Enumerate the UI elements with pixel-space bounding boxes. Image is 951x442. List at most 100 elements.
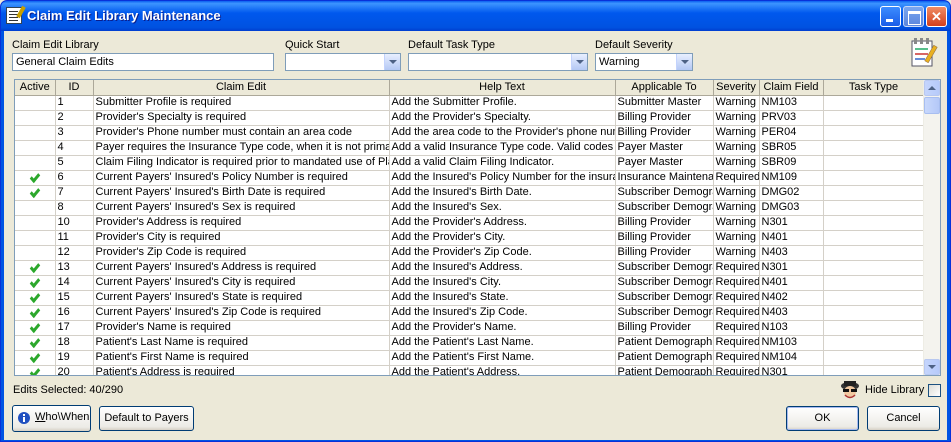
cell-severity[interactable]: Required	[713, 290, 760, 306]
cell-applicable-to[interactable]: Billing Provider	[615, 215, 714, 231]
cell-id[interactable]: 19	[55, 350, 94, 366]
cell-help-text[interactable]: Add the Insured's Sex.	[389, 200, 616, 216]
cell-help-text[interactable]: Add the Insured's Policy Number for the …	[389, 170, 616, 186]
cell-claim-field[interactable]: NM103	[759, 95, 824, 111]
cell-severity[interactable]: Warning	[713, 185, 760, 201]
cell-severity[interactable]: Warning	[713, 125, 760, 141]
library-field[interactable]: General Claim Edits	[12, 53, 274, 71]
cell-claim-edit[interactable]: Submitter Profile is required	[93, 95, 390, 111]
cell-id[interactable]: 13	[55, 260, 94, 276]
cell-active[interactable]	[15, 110, 56, 126]
cell-claim-field[interactable]: N401	[759, 230, 824, 246]
minimize-button[interactable]	[880, 6, 901, 27]
column-header-applicable-to[interactable]: Applicable To	[615, 80, 714, 96]
table-row[interactable]: 18 Patient's Last Name is required Add the…	[15, 335, 925, 351]
cell-active[interactable]	[15, 245, 56, 261]
table-row[interactable]: 10 Provider's Address is required Add the …	[15, 215, 925, 231]
cell-id[interactable]: 20	[55, 365, 94, 375]
chevron-down-icon[interactable]	[571, 54, 587, 70]
cell-claim-field[interactable]: N401	[759, 275, 824, 291]
table-row[interactable]: 1 Submitter Profile is required Add the Su…	[15, 95, 925, 111]
cell-task-type[interactable]	[823, 230, 925, 246]
cell-task-type[interactable]	[823, 335, 925, 351]
cell-claim-edit[interactable]: Patient's First Name is required	[93, 350, 390, 366]
cell-applicable-to[interactable]: Subscriber Demographics	[615, 185, 714, 201]
cell-id[interactable]: 16	[55, 305, 94, 321]
cell-claim-edit[interactable]: Current Payers' Insured's State is requi…	[93, 290, 390, 306]
cell-help-text[interactable]: Add the Insured's Address.	[389, 260, 616, 276]
cell-help-text[interactable]: Add the Patient's Address.	[389, 365, 616, 375]
notes-icon[interactable]	[909, 37, 939, 69]
cell-id[interactable]: 12	[55, 245, 94, 261]
cell-applicable-to[interactable]: Billing Provider	[615, 110, 714, 126]
cell-id[interactable]: 8	[55, 200, 94, 216]
cell-applicable-to[interactable]: Submitter Master	[615, 95, 714, 111]
cell-severity[interactable]: Warning	[713, 215, 760, 231]
cell-active[interactable]	[15, 275, 56, 291]
cell-severity[interactable]: Required	[713, 350, 760, 366]
cell-help-text[interactable]: Add the Insured's Zip Code.	[389, 305, 616, 321]
cell-severity[interactable]: Required	[713, 320, 760, 336]
cell-severity[interactable]: Required	[713, 170, 760, 186]
cell-help-text[interactable]: Add the Insured's Birth Date.	[389, 185, 616, 201]
cell-active[interactable]	[15, 125, 56, 141]
cell-help-text[interactable]: Add the Provider's Name.	[389, 320, 616, 336]
cell-active[interactable]	[15, 365, 56, 375]
table-row[interactable]: 6 Current Payers' Insured's Policy Number…	[15, 170, 925, 186]
table-row[interactable]: 15 Current Payers' Insured's State is req…	[15, 290, 925, 306]
title-bar[interactable]: Claim Edit Library Maintenance ✕	[1, 1, 950, 31]
cell-id[interactable]: 14	[55, 275, 94, 291]
vertical-scrollbar[interactable]	[923, 80, 940, 375]
column-header-task-type[interactable]: Task Type	[823, 80, 925, 96]
cell-severity[interactable]: Required	[713, 365, 760, 375]
cell-claim-field[interactable]: NM103	[759, 335, 824, 351]
cell-claim-edit[interactable]: Patient's Address is required	[93, 365, 390, 375]
cell-task-type[interactable]	[823, 260, 925, 276]
cell-severity[interactable]: Required	[713, 275, 760, 291]
table-row[interactable]: 8 Current Payers' Insured's Sex is requir…	[15, 200, 925, 216]
table-row[interactable]: 7 Current Payers' Insured's Birth Date is…	[15, 185, 925, 201]
cell-task-type[interactable]	[823, 170, 925, 186]
cell-claim-field[interactable]: N403	[759, 245, 824, 261]
cell-claim-field[interactable]: DMG03	[759, 200, 824, 216]
cell-active[interactable]	[15, 140, 56, 156]
scroll-down-icon[interactable]	[924, 359, 940, 375]
chevron-down-icon[interactable]	[676, 54, 692, 70]
cell-applicable-to[interactable]: Billing Provider	[615, 230, 714, 246]
cell-applicable-to[interactable]: Subscriber Demographics	[615, 260, 714, 276]
table-row[interactable]: 17 Provider's Name is required Add the Pro…	[15, 320, 925, 336]
cell-severity[interactable]: Warning	[713, 110, 760, 126]
cell-claim-edit[interactable]: Current Payers' Insured's Zip Code is re…	[93, 305, 390, 321]
cell-applicable-to[interactable]: Patient Demographics	[615, 335, 714, 351]
table-row[interactable]: 4 Payer requires the Insurance Type code,…	[15, 140, 925, 156]
cell-active[interactable]	[15, 230, 56, 246]
cell-active[interactable]	[15, 95, 56, 111]
column-header-severity[interactable]: Severity	[713, 80, 760, 96]
cell-id[interactable]: 11	[55, 230, 94, 246]
cell-active[interactable]	[15, 320, 56, 336]
chevron-down-icon[interactable]	[384, 54, 400, 70]
cell-claim-field[interactable]: NM104	[759, 350, 824, 366]
cell-claim-edit[interactable]: Current Payers' Insured's City is requir…	[93, 275, 390, 291]
maximize-button[interactable]	[903, 6, 924, 27]
cell-claim-field[interactable]: N103	[759, 320, 824, 336]
cell-id[interactable]: 3	[55, 125, 94, 141]
cell-applicable-to[interactable]: Payer Master	[615, 140, 714, 156]
cell-id[interactable]: 10	[55, 215, 94, 231]
cell-task-type[interactable]	[823, 320, 925, 336]
cell-active[interactable]	[15, 170, 56, 186]
column-header-claim-field[interactable]: Claim Field	[759, 80, 824, 96]
cell-task-type[interactable]	[823, 95, 925, 111]
cell-task-type[interactable]	[823, 200, 925, 216]
cell-claim-edit[interactable]: Provider's Specialty is required	[93, 110, 390, 126]
cell-applicable-to[interactable]: Subscriber Demographics	[615, 275, 714, 291]
cell-id[interactable]: 18	[55, 335, 94, 351]
cell-severity[interactable]: Warning	[713, 230, 760, 246]
table-row[interactable]: 20 Patient's Address is required Add the P…	[15, 365, 925, 375]
cell-task-type[interactable]	[823, 245, 925, 261]
cell-help-text[interactable]: Add the Provider's Address.	[389, 215, 616, 231]
cell-claim-edit[interactable]: Current Payers' Insured's Policy Number …	[93, 170, 390, 186]
cell-active[interactable]	[15, 185, 56, 201]
cell-applicable-to[interactable]: Insurance Maintenance	[615, 170, 714, 186]
cell-help-text[interactable]: Add the Provider's City.	[389, 230, 616, 246]
